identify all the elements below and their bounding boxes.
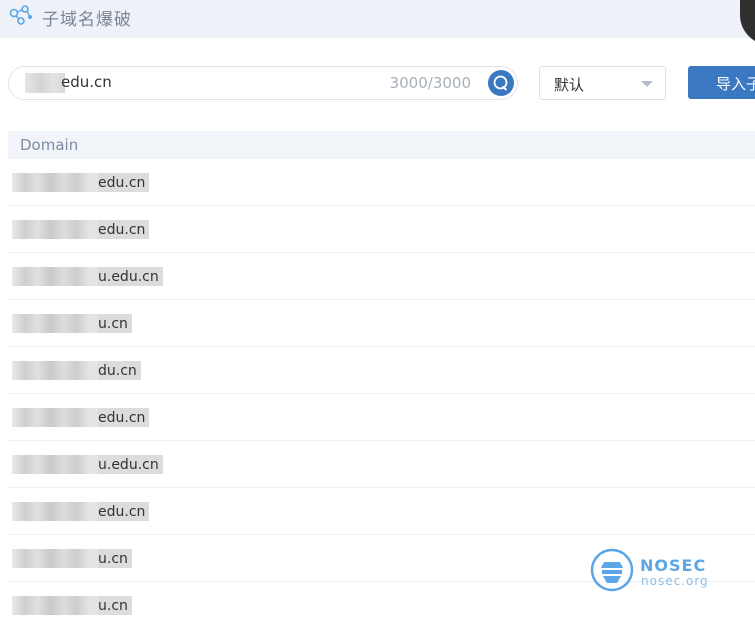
search-value: edu.cn [61,73,112,91]
domain-text: u.cn [98,550,128,567]
watermark-url: nosec.org [641,574,709,588]
domain-text: u.cn [98,315,128,332]
mode-select[interactable]: 默认 [539,66,666,100]
search-count: 3000/3000 [389,74,471,92]
nosec-logo-icon [590,548,634,592]
domain-text: u.edu.cn [98,456,159,473]
table-row[interactable]: edu.cn [8,206,755,253]
redacted-text [25,73,65,93]
redacted-text [12,361,98,380]
domain-cell: edu.cn [12,408,150,427]
redacted-text [12,220,98,239]
search-icon [493,75,508,91]
table-row[interactable]: u.edu.cn [8,253,755,300]
redacted-text [12,549,98,568]
domain-text: edu.cn [98,409,146,426]
domain-cell: u.edu.cn [12,267,163,286]
table-row[interactable]: edu.cn [8,159,755,206]
redacted-text [12,455,98,474]
import-button[interactable]: 导入子 [688,66,755,99]
domain-text: edu.cn [98,221,146,238]
molecule-icon [9,5,32,25]
domain-cell: du.cn [12,361,141,380]
domain-cell: u.cn [12,314,132,333]
domain-search-input[interactable]: edu.cn 3000/3000 [8,66,518,100]
app-header: 子域名爆破 [0,0,755,45]
corner-decoration [740,0,755,45]
domain-cell: u.edu.cn [12,455,163,474]
table-row[interactable]: du.cn [8,347,755,394]
domain-cell: edu.cn [12,220,150,239]
redacted-text [12,267,98,286]
redacted-text [12,314,98,333]
redacted-text [12,502,98,521]
domain-text: u.edu.cn [98,268,159,285]
redacted-text [12,408,98,427]
table-row[interactable]: edu.cn [8,488,755,535]
redacted-text [12,596,98,615]
nosec-watermark: NOSEC nosec.org [590,548,710,596]
domain-cell: u.cn [12,549,132,568]
domain-text: du.cn [98,362,137,379]
column-header-domain: Domain [20,136,79,154]
table-row[interactable]: edu.cn [8,394,755,441]
caret-down-icon [641,81,653,87]
domain-text: edu.cn [98,174,146,191]
domain-cell: u.cn [12,596,132,615]
page-title: 子域名爆破 [42,10,132,30]
search-button[interactable] [488,70,514,96]
domain-text: u.cn [98,597,128,614]
import-button-label: 导入子 [716,75,755,93]
table-header: Domain [8,131,755,159]
watermark-name: NOSEC [640,556,707,575]
domain-text: edu.cn [98,503,146,520]
table-row[interactable]: u.cn [8,300,755,347]
redacted-text [12,173,98,192]
table-row[interactable]: u.edu.cn [8,441,755,488]
mode-select-value: 默认 [554,76,585,94]
domain-cell: edu.cn [12,173,150,192]
domain-cell: edu.cn [12,502,150,521]
